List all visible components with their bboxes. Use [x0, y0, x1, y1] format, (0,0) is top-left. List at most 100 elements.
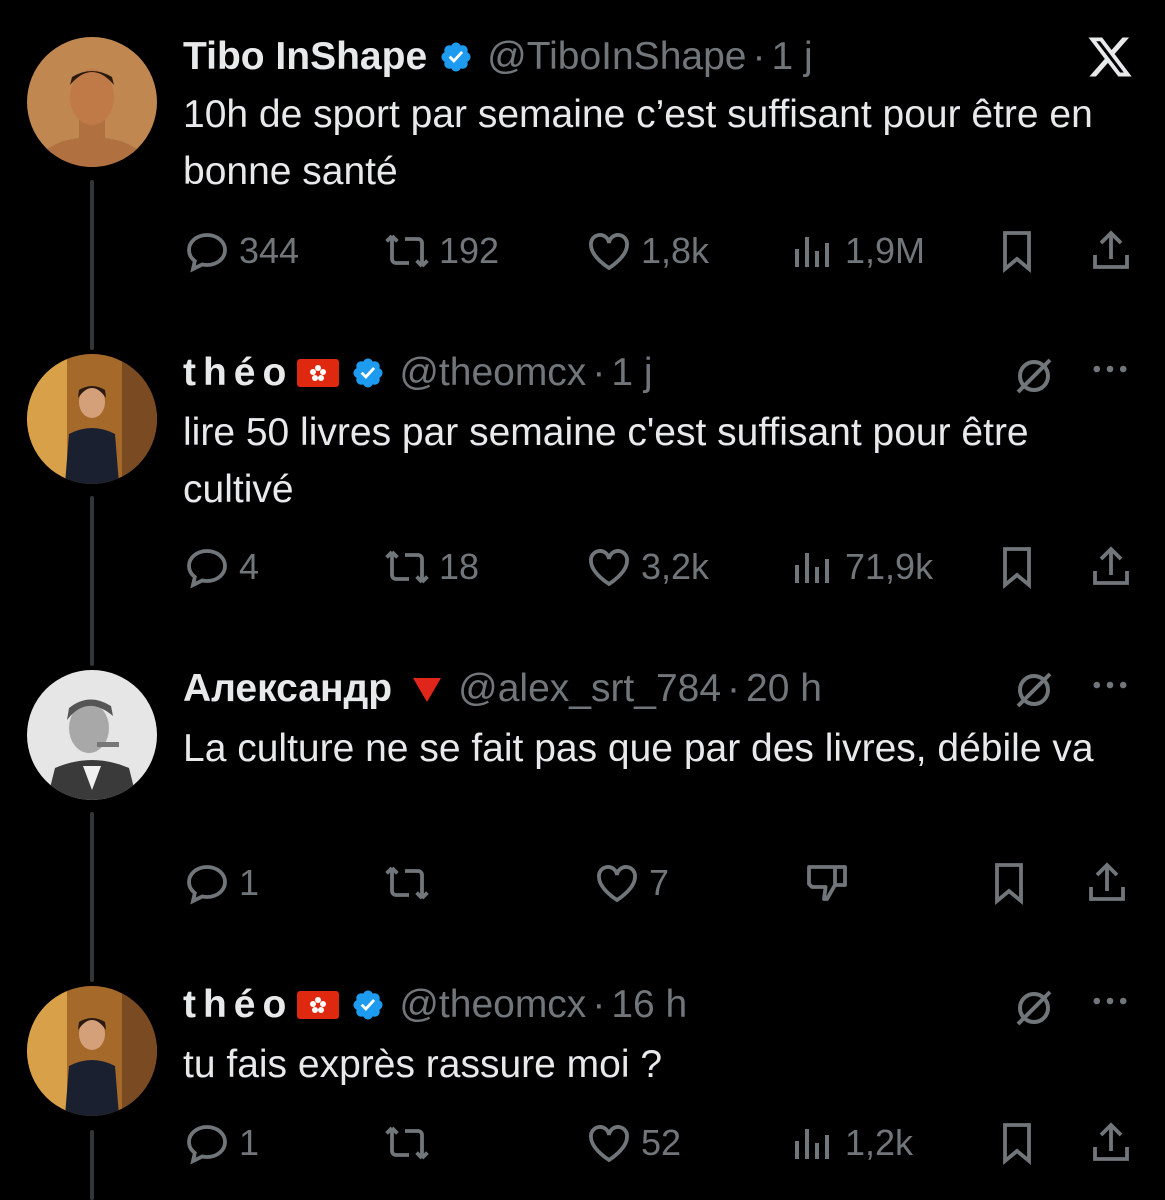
reply-button[interactable]: 344: [183, 226, 299, 276]
tweet-1[interactable]: Tibo InShape @TiboInShape · 1 j 10h de s…: [0, 0, 1165, 340]
tweet-text: lire 50 livres par semaine c'est suffisa…: [183, 411, 1029, 511]
bookmark-icon: [993, 227, 1041, 275]
views-button[interactable]: 71,9k: [789, 542, 933, 592]
share-button[interactable]: [1083, 858, 1131, 908]
handle[interactable]: @theomcx: [399, 983, 586, 1027]
action-bar: 344 192 1,8k 1,9M: [183, 226, 1138, 276]
thread-line: [90, 1130, 94, 1200]
thread-line: [90, 960, 94, 982]
reply-button[interactable]: 1: [183, 1118, 259, 1168]
tweet-text: 10h de sport par semaine c’est suffisant…: [183, 93, 1093, 193]
thumbs-down-icon: [803, 859, 851, 907]
thread-line: [90, 496, 94, 660]
handle[interactable]: @theomcx: [399, 351, 586, 395]
timestamp[interactable]: 1 j: [611, 351, 652, 395]
reply-count: 344: [239, 230, 300, 271]
action-bar: 4 18 3,2k 71,9k: [183, 542, 1138, 592]
hong-kong-flag-icon: [297, 991, 340, 1019]
heart-icon: [585, 227, 633, 275]
grok-button[interactable]: [1010, 352, 1058, 405]
tweet-3[interactable]: Александр @alex_srt_784 · 20 h La cultur…: [0, 640, 1165, 980]
thread-line: [90, 180, 94, 340]
timestamp[interactable]: 16 h: [611, 983, 687, 1027]
tweet-text: tu fais exprès rassure moi ?: [183, 1043, 663, 1086]
heart-icon: [585, 543, 633, 591]
bookmark-icon: [985, 859, 1033, 907]
tweet-header: théo @theomcx · 1 j: [183, 351, 653, 395]
display-name[interactable]: théo: [183, 983, 293, 1027]
timestamp[interactable]: 20 h: [746, 667, 822, 711]
avatar-tibo[interactable]: [27, 37, 157, 167]
more-options-button[interactable]: [1088, 674, 1132, 701]
grok-icon: [1010, 984, 1058, 1037]
retweet-icon: [383, 543, 431, 591]
like-count: 7: [649, 862, 670, 903]
views-count: 1,2k: [845, 1122, 914, 1163]
verified-badge-icon: [439, 40, 473, 74]
handle[interactable]: @alex_srt_784: [458, 667, 721, 711]
bookmark-button[interactable]: [993, 226, 1041, 276]
views-button[interactable]: 1,9M: [789, 226, 925, 276]
downvote-button[interactable]: [803, 858, 851, 908]
retweet-button[interactable]: [383, 858, 431, 908]
more-options-button[interactable]: [1088, 990, 1132, 1017]
grok-button[interactable]: [1010, 984, 1058, 1037]
tweet-header: Александр @alex_srt_784 · 20 h: [183, 667, 822, 711]
verified-badge-icon: [351, 356, 385, 390]
views-button[interactable]: 1,2k: [789, 1118, 913, 1168]
like-button[interactable]: 3,2k: [585, 542, 709, 592]
avatar-theo[interactable]: [27, 354, 157, 484]
reply-icon: [183, 859, 231, 907]
share-button[interactable]: [1087, 226, 1135, 276]
retweet-button[interactable]: 192: [383, 226, 499, 276]
separator: ·: [752, 35, 766, 78]
like-count: 1,8k: [641, 230, 710, 271]
tweet-4[interactable]: théo @theomcx · 16 h tu fais exprès rass…: [0, 960, 1165, 1200]
reply-button[interactable]: 1: [183, 858, 259, 908]
reply-button[interactable]: 4: [183, 542, 259, 592]
bookmark-button[interactable]: [993, 542, 1041, 592]
avatar-theo[interactable]: [27, 986, 157, 1116]
separator: ·: [592, 351, 606, 394]
display-name[interactable]: Александр: [183, 667, 392, 711]
grok-icon: [1010, 666, 1058, 719]
handle[interactable]: @TiboInShape: [487, 35, 746, 79]
heart-icon: [585, 1119, 633, 1167]
separator: ·: [727, 667, 741, 710]
thread-line: [90, 812, 94, 980]
action-bar: 1 52 1,2k: [183, 1118, 1138, 1168]
share-button[interactable]: [1087, 542, 1135, 592]
retweet-button[interactable]: [383, 1118, 431, 1168]
retweet-icon: [383, 227, 431, 275]
like-button[interactable]: 7: [593, 858, 669, 908]
tweet-header: théo @theomcx · 16 h: [183, 983, 687, 1027]
tweet-2[interactable]: théo @theomcx · 1 j lire 50 livres par s…: [0, 320, 1165, 660]
bookmark-icon: [993, 543, 1041, 591]
like-button[interactable]: 1,8k: [585, 226, 709, 276]
avatar-alexandr[interactable]: [27, 670, 157, 800]
x-logo-icon: [1086, 33, 1134, 81]
tweet-text: La culture ne se fait pas que par des li…: [183, 727, 1094, 770]
views-count: 71,9k: [845, 546, 934, 587]
timestamp[interactable]: 1 j: [771, 35, 812, 79]
more-icon: [1088, 674, 1132, 701]
like-count: 52: [641, 1122, 682, 1163]
bookmark-icon: [993, 1119, 1041, 1167]
grok-button[interactable]: [1010, 666, 1058, 719]
display-name[interactable]: Tibo InShape: [183, 35, 427, 79]
display-name[interactable]: théo: [183, 351, 293, 395]
more-icon: [1088, 358, 1132, 385]
bookmark-button[interactable]: [985, 858, 1033, 908]
views-icon: [789, 543, 837, 591]
retweet-count: 192: [439, 230, 500, 271]
share-button[interactable]: [1087, 1118, 1135, 1168]
bookmark-button[interactable]: [993, 1118, 1041, 1168]
more-options-button[interactable]: [1088, 358, 1132, 385]
like-button[interactable]: 52: [585, 1118, 681, 1168]
reply-icon: [183, 543, 231, 591]
retweet-button[interactable]: 18: [383, 542, 479, 592]
more-icon: [1088, 990, 1132, 1017]
retweet-count: 18: [439, 546, 480, 587]
reply-count: 1: [239, 1122, 260, 1163]
share-icon: [1087, 227, 1135, 275]
